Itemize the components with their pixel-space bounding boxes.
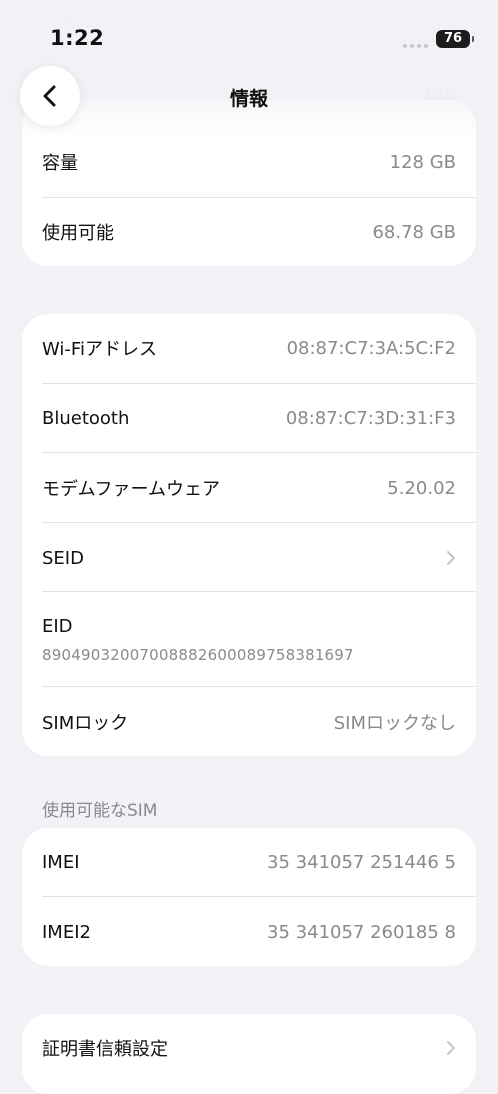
bluetooth-row: Bluetooth 08:87:C7:3D:31:F3	[42, 394, 456, 442]
status-bar: 1:22 76	[0, 0, 498, 70]
available-label: 使用可能	[42, 223, 114, 244]
battery-level: 76	[443, 31, 463, 46]
eid-value: 89049032007008882600089758381697	[42, 646, 354, 664]
modem-firmware-row: モデムファームウェア 5.20.02	[42, 464, 456, 512]
divider	[42, 452, 476, 453]
available-row: 使用可能 68.78 GB	[42, 208, 456, 256]
divider	[42, 686, 476, 687]
signal-icon	[403, 44, 428, 48]
divider	[42, 383, 476, 384]
sim-lock-value: SIMロックなし	[333, 713, 456, 734]
imei-card: IMEI 35 341057 251446 5 IMEI2 35 341057 …	[22, 828, 476, 966]
eid-row: EID	[42, 610, 456, 642]
status-time: 1:22	[50, 26, 105, 50]
eid-label: EID	[42, 615, 73, 637]
page-title: 情報	[229, 88, 268, 110]
capacity-label: 容量	[42, 153, 78, 174]
certificate-trust-row[interactable]: 証明書信頼設定	[42, 1024, 456, 1072]
certificate-trust-label: 証明書信頼設定	[42, 1039, 168, 1060]
wifi-address-label: Wi-Fiアドレス	[42, 339, 157, 360]
bluetooth-label: Bluetooth	[42, 407, 130, 429]
wifi-address-value: 08:87:C7:3A:5C:F2	[286, 337, 456, 359]
capacity-row: 容量 128 GB	[42, 138, 456, 186]
imei-row: IMEI 35 341057 251446 5	[42, 838, 456, 886]
bluetooth-value: 08:87:C7:3D:31:F3	[285, 407, 456, 429]
chevron-right-icon	[447, 551, 455, 565]
capacity-value: 128 GB	[389, 151, 456, 173]
wifi-address-row: Wi-Fiアドレス 08:87:C7:3A:5C:F2	[42, 324, 456, 372]
divider	[42, 896, 476, 897]
sim-lock-label: SIMロック	[42, 713, 129, 734]
imei2-value: 35 341057 260185 8	[267, 921, 456, 943]
certificate-trust-card: 証明書信頼設定	[22, 1014, 476, 1094]
seid-label: SEID	[42, 547, 84, 569]
imei2-row: IMEI2 35 341057 260185 8	[42, 908, 456, 956]
modem-firmware-label: モデムファームウェア	[42, 479, 221, 500]
imei-value: 35 341057 251446 5	[267, 851, 456, 873]
identifiers-card: Wi-Fiアドレス 08:87:C7:3A:5C:F2 Bluetooth 08…	[22, 314, 476, 756]
seid-row[interactable]: SEID	[42, 534, 456, 582]
modem-firmware-value: 5.20.02	[387, 477, 456, 499]
chevron-right-icon	[447, 1041, 455, 1055]
divider	[42, 522, 476, 523]
available-value: 68.78 GB	[372, 221, 456, 243]
divider	[42, 197, 476, 198]
sim-lock-row: SIMロック SIMロックなし	[42, 698, 456, 746]
battery-icon: 76	[436, 30, 474, 48]
imei2-label: IMEI2	[42, 921, 91, 943]
imei-label: IMEI	[42, 851, 80, 873]
divider	[42, 591, 476, 592]
available-sim-header: 使用可能なSIM	[42, 801, 158, 821]
